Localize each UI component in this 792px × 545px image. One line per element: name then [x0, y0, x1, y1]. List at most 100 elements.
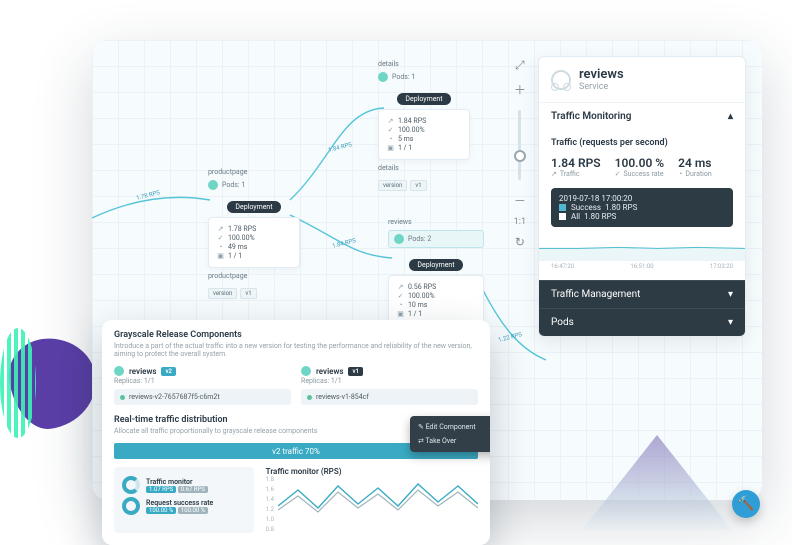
help-fab[interactable]: 🔨	[732, 490, 760, 518]
metric-success-value: 100.00 %	[615, 156, 665, 170]
clock-icon: ◔	[217, 243, 224, 251]
tick-label: 16:51:00	[630, 263, 653, 270]
component-name: reviews	[129, 367, 156, 376]
metric-success: 100.00%	[408, 292, 435, 300]
health-icon	[378, 72, 388, 82]
tooltip-value: 1.80 RPS	[605, 203, 637, 212]
donut-chart	[122, 497, 140, 515]
chart-tooltip: 2019-07-18 17:00:20 Success 1.80 RPS All…	[551, 188, 733, 227]
node-badge: Deployment	[227, 201, 280, 213]
menu-label: Edit Component	[426, 423, 476, 431]
node-title: details	[378, 60, 399, 68]
legend-swatch	[559, 204, 566, 211]
donut-title: Request success rate	[146, 499, 213, 507]
clock-icon: ◔	[678, 170, 682, 178]
zoom-ratio[interactable]: 1:1	[514, 217, 526, 227]
zoom-slider[interactable]	[518, 110, 521, 180]
tooltip-label: Success	[571, 203, 601, 212]
metric-success: 100.00%	[228, 234, 255, 242]
metric-latency: 5 ms	[398, 135, 413, 143]
cube-icon: ▣	[217, 252, 224, 260]
donut-value: 1.07 RPS	[146, 486, 176, 493]
tooltip-time: 2019-07-18 17:00:20	[559, 194, 725, 203]
refresh-icon[interactable]: ↻	[515, 235, 525, 249]
metric-rps-label: Traffic	[560, 170, 580, 178]
menu-edit-component[interactable]: ✎ Edit Component	[410, 420, 490, 434]
node-title: productpage	[208, 168, 247, 176]
menu-label: Take Over	[425, 437, 456, 445]
legend-swatch	[559, 213, 566, 220]
menu-take-over[interactable]: ⇄ Take Over	[410, 434, 490, 448]
clock-icon: ◔	[387, 135, 394, 143]
node-metrics-card: ↗1.84 RPS ✓100.00% ◔5 ms ▣1 / 1	[378, 109, 470, 160]
traffic-icon: ↗	[387, 117, 394, 125]
traffic-sparkline	[539, 231, 745, 261]
check-icon: ✓	[217, 234, 224, 242]
section-traffic-monitoring[interactable]: Traffic Monitoring ▴	[539, 102, 745, 130]
chip-val: v1	[410, 180, 426, 191]
panel-subtitle: Service	[579, 82, 624, 92]
metric-duration-value: 24 ms	[678, 156, 712, 170]
metrics-title: Traffic (requests per second)	[551, 138, 733, 148]
node-metrics-card: ↗0.56 RPS ✓100.00% ◔10 ms ▣1 / 1	[388, 275, 484, 326]
metric-ratio: 1 / 1	[408, 310, 422, 318]
metric-rps: 1.84 RPS	[398, 117, 426, 125]
section-pods[interactable]: Pods▾	[539, 308, 745, 336]
traffic-icon: ↗	[217, 225, 224, 233]
y-axis: 1.81.61.41.21.00.8	[266, 476, 274, 533]
replicas-label: Replicas: 1/1	[114, 377, 291, 385]
check-icon: ✓	[397, 292, 404, 300]
metric-ratio: 1 / 1	[398, 144, 412, 152]
traffic-icon: ↗	[551, 170, 557, 178]
metric-rps: 1.78 RPS	[228, 225, 256, 233]
node-sublabel: details	[378, 164, 399, 172]
edge-label: 1.84 RPS	[328, 141, 353, 154]
metric-latency: 10 ms	[408, 301, 427, 309]
pod-name: reviews-v1-854cf	[316, 393, 369, 401]
donut-chart	[122, 476, 140, 494]
health-icon	[208, 180, 218, 190]
clock-icon: ◔	[397, 301, 404, 309]
service-icon	[551, 70, 571, 90]
mini-line-chart	[278, 476, 478, 524]
node-pods: Pods: 2	[408, 235, 431, 243]
metric-success-label: Success rate	[623, 170, 663, 178]
version-tag: v1	[348, 367, 362, 376]
health-icon	[301, 366, 311, 376]
status-dot	[120, 395, 125, 400]
node-productpage[interactable]: productpage Pods: 1 Deployment ↗ 1.78 RPS…	[208, 168, 300, 299]
overlay-title: Grayscale Release Components	[114, 330, 478, 340]
fullscreen-icon[interactable]: ⤢	[515, 58, 525, 73]
component-name: reviews	[316, 367, 343, 376]
tooltip-value: 1.80 RPS	[584, 212, 616, 221]
metric-rps: 0.56 RPS	[408, 283, 436, 291]
side-panel: reviews Service Traffic Monitoring ▴ Tra…	[538, 56, 746, 337]
chip-key: version	[378, 180, 407, 191]
metric-latency: 49 ms	[228, 243, 247, 251]
pod-name: reviews-v2-7657687f5-c6m2t	[129, 393, 220, 401]
health-icon	[394, 234, 404, 244]
canvas-toolbar: ⤢ ＋ － 1:1 ↻	[514, 58, 526, 249]
metric-ratio: 1 / 1	[228, 252, 242, 260]
metric-duration-label: Duration	[685, 170, 711, 178]
check-icon: ✓	[387, 126, 394, 134]
section-traffic-management[interactable]: Traffic Management▾	[539, 280, 745, 308]
node-pods: Pods: 1	[222, 181, 245, 189]
node-details[interactable]: details Pods: 1 Deployment ↗1.84 RPS ✓10…	[378, 60, 470, 191]
replicas-label: Replicas: 1/1	[301, 377, 478, 385]
context-menu: ✎ Edit Component ⇄ Take Over	[410, 416, 490, 452]
donut-title: Traffic monitor	[146, 478, 208, 486]
check-icon: ✓	[615, 170, 621, 178]
node-metrics-card: ↗ 1.78 RPS ✓ 100.00% ◔ 49 ms ▣ 1 / 1	[208, 217, 300, 268]
section-label: Traffic Monitoring	[551, 111, 631, 122]
tick-label: 16:47:20	[551, 263, 574, 270]
zoom-in-icon[interactable]: ＋	[514, 81, 526, 98]
pod-pill[interactable]: reviews-v1-854cf	[301, 389, 478, 405]
donut-value: 100.00 %	[178, 507, 208, 514]
metric-rps-value: 1.84 RPS	[551, 156, 601, 170]
pod-pill[interactable]: reviews-v2-7657687f5-c6m2t	[114, 389, 291, 405]
donut-panel: Traffic monitor1.07 RPS 0.67 RPS Request…	[114, 467, 254, 533]
zoom-out-icon[interactable]: －	[514, 192, 526, 209]
edge-label: 1.22 RPS	[498, 331, 523, 344]
health-icon	[114, 366, 124, 376]
